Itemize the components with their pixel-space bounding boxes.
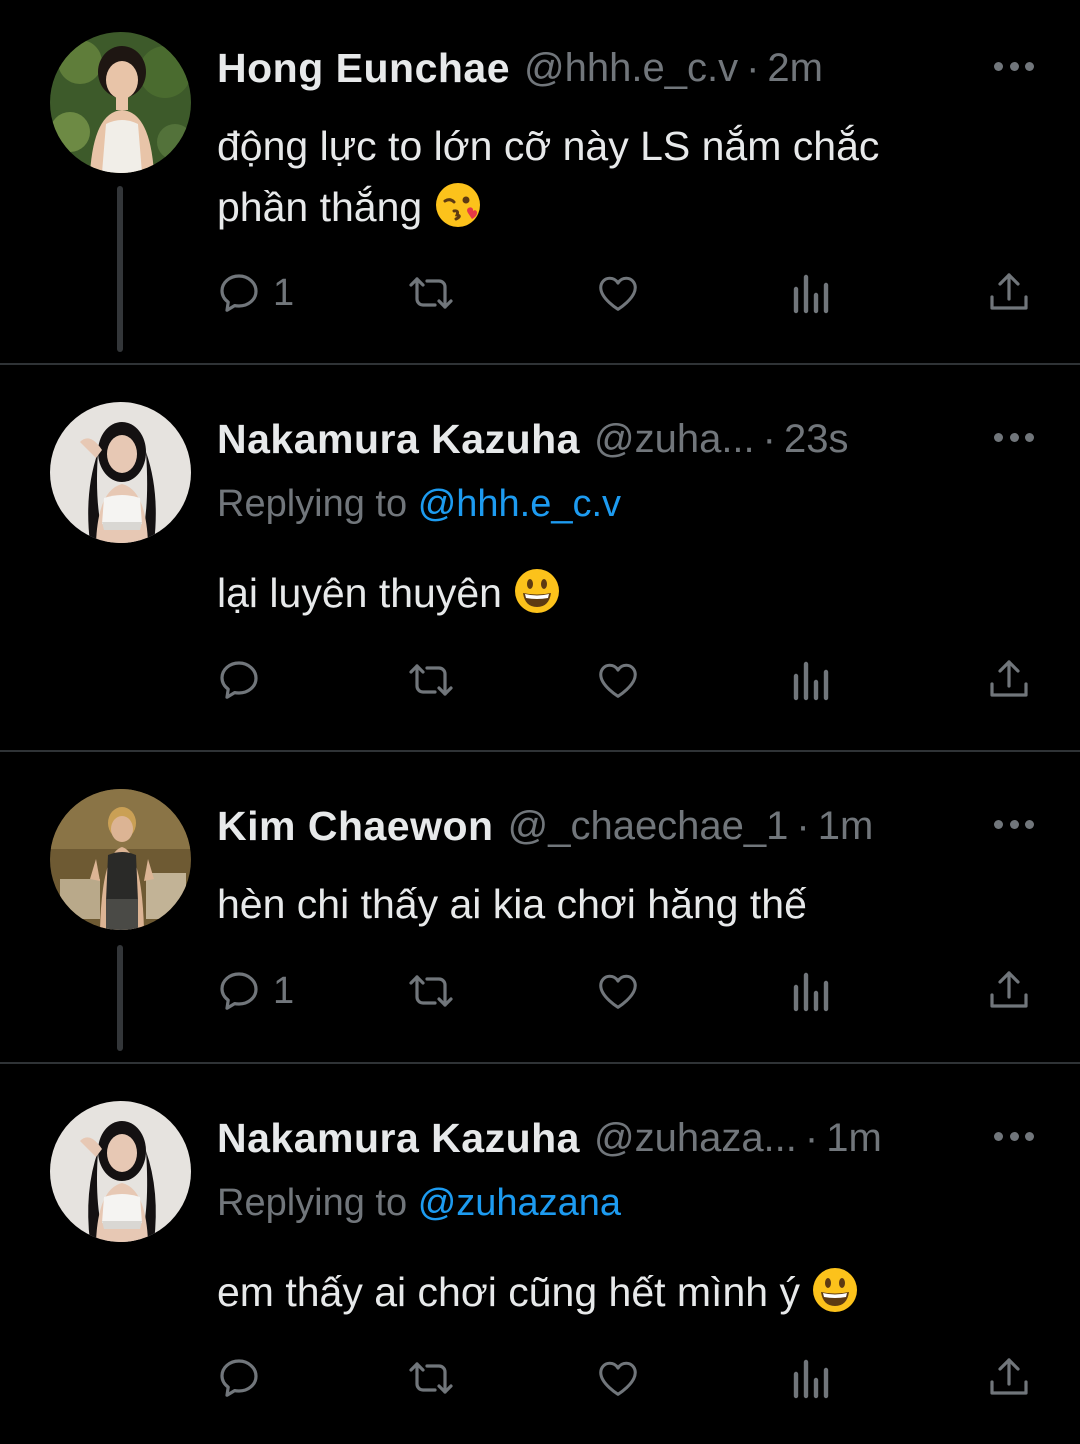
replying-to-label: Replying to xyxy=(217,483,408,525)
share-button[interactable] xyxy=(985,1348,1033,1408)
tweet-actions xyxy=(0,1348,1080,1408)
tweet-2[interactable]: Nakamura Kazuha @zuha... · 23s Replying … xyxy=(0,365,1080,750)
views-icon xyxy=(793,661,829,701)
share-button[interactable] xyxy=(985,263,1033,323)
replying-to-label: Replying to xyxy=(217,1182,408,1224)
like-button[interactable] xyxy=(595,650,641,710)
grinning-face-emoji xyxy=(811,1266,859,1314)
avatar[interactable] xyxy=(50,32,191,173)
user-handle[interactable]: @zuhaza... xyxy=(594,1116,797,1161)
share-button[interactable] xyxy=(985,961,1033,1021)
tweet-text: động lực to lớn cỡ này LS nắm chắc phần … xyxy=(217,116,1017,238)
reply-button[interactable]: 1 xyxy=(215,961,294,1021)
heart-icon xyxy=(599,974,637,1009)
views-icon xyxy=(793,274,829,314)
tweet-actions: 1 xyxy=(0,263,1080,323)
tweet-1[interactable]: Hong Eunchae @hhh.e_c.v · 2m động lực to… xyxy=(0,0,1080,364)
tweet-text: em thấy ai chơi cũng hết mình ý xyxy=(217,1262,1017,1323)
separator-dot: · xyxy=(796,803,810,848)
display-name[interactable]: Nakamura Kazuha xyxy=(217,416,580,463)
avatar[interactable] xyxy=(50,1101,191,1242)
user-handle[interactable]: @_chaechae_1 xyxy=(508,804,789,849)
share-icon xyxy=(990,1358,1028,1395)
retweet-button[interactable] xyxy=(405,263,457,323)
tweet-text: hèn chi thấy ai kia chơi hăng thế xyxy=(217,881,807,927)
retweet-button[interactable] xyxy=(405,650,457,710)
tweet-header: Hong Eunchae @hhh.e_c.v · 2m xyxy=(217,42,823,94)
tweet-text: lại luyên thuyên xyxy=(217,563,1017,624)
views-icon xyxy=(793,972,829,1012)
retweet-button[interactable] xyxy=(405,961,457,1021)
tweet-4[interactable]: Nakamura Kazuha @zuhaza... · 1m Replying… xyxy=(0,1064,1080,1444)
avatar[interactable] xyxy=(50,402,191,543)
mention-link[interactable]: @hhh.e_c.v xyxy=(418,483,621,525)
grinning-face-emoji xyxy=(513,567,561,615)
reply-count: 1 xyxy=(273,969,295,1012)
replying-to: Replying to @zuhazana xyxy=(217,1182,621,1225)
views-button[interactable] xyxy=(790,263,830,323)
reply-button[interactable] xyxy=(215,1348,273,1408)
timestamp[interactable]: 1m xyxy=(826,1116,882,1161)
retweet-button[interactable] xyxy=(405,1348,457,1408)
views-button[interactable] xyxy=(790,1348,830,1408)
timestamp[interactable]: 1m xyxy=(818,804,874,849)
heart-icon xyxy=(599,1361,637,1396)
tweet-header: Nakamura Kazuha @zuha... · 23s xyxy=(217,413,848,465)
mention-link[interactable]: @zuhazana xyxy=(418,1182,621,1224)
like-button[interactable] xyxy=(595,1348,641,1408)
like-button[interactable] xyxy=(595,263,641,323)
more-options-icon[interactable] xyxy=(994,59,1034,73)
views-icon xyxy=(793,1359,829,1399)
retweet-icon xyxy=(409,1362,453,1394)
display-name[interactable]: Kim Chaewon xyxy=(217,803,494,850)
retweet-icon xyxy=(409,975,453,1007)
reply-count: 1 xyxy=(273,271,295,314)
separator-dot: · xyxy=(746,45,760,90)
share-icon xyxy=(990,660,1028,697)
heart-icon xyxy=(599,663,637,698)
user-handle[interactable]: @hhh.e_c.v xyxy=(524,46,738,91)
reply-icon xyxy=(220,1359,258,1397)
share-icon xyxy=(990,273,1028,310)
separator-dot: · xyxy=(804,1115,819,1160)
separator-dot: · xyxy=(762,416,776,461)
more-options-icon[interactable] xyxy=(994,817,1034,831)
like-button[interactable] xyxy=(595,961,641,1021)
replying-to: Replying to @hhh.e_c.v xyxy=(217,483,621,526)
more-options-icon[interactable] xyxy=(994,430,1034,444)
more-options-icon[interactable] xyxy=(994,1129,1034,1143)
tweet-text-line: động lực to lớn cỡ này LS nắm chắc xyxy=(217,123,880,169)
display-name[interactable]: Nakamura Kazuha xyxy=(217,1115,580,1162)
timestamp[interactable]: 23s xyxy=(784,417,849,462)
share-icon xyxy=(990,971,1028,1008)
reply-icon xyxy=(220,661,258,699)
share-button[interactable] xyxy=(985,650,1033,710)
retweet-icon xyxy=(409,277,453,309)
reply-button[interactable]: 1 xyxy=(215,263,294,323)
tweet-actions xyxy=(0,650,1080,710)
tweet-text-line: phần thắng xyxy=(217,177,1017,238)
tweet-actions: 1 xyxy=(0,961,1080,1021)
face-blowing-kiss-emoji xyxy=(434,181,482,229)
reply-icon xyxy=(220,274,258,312)
tweet-header: Kim Chaewon @_chaechae_1 · 1m xyxy=(217,800,873,852)
heart-icon xyxy=(599,276,637,311)
views-button[interactable] xyxy=(790,961,830,1021)
avatar[interactable] xyxy=(50,789,191,930)
tweet-3[interactable]: Kim Chaewon @_chaechae_1 · 1m hèn chi th… xyxy=(0,752,1080,1062)
retweet-icon xyxy=(409,664,453,696)
reply-button[interactable] xyxy=(215,650,273,710)
reply-icon xyxy=(220,972,258,1010)
views-button[interactable] xyxy=(790,650,830,710)
display-name[interactable]: Hong Eunchae xyxy=(217,45,510,92)
user-handle[interactable]: @zuha... xyxy=(594,417,755,462)
tweet-header: Nakamura Kazuha @zuhaza... · 1m xyxy=(217,1112,882,1164)
timestamp[interactable]: 2m xyxy=(767,46,823,91)
